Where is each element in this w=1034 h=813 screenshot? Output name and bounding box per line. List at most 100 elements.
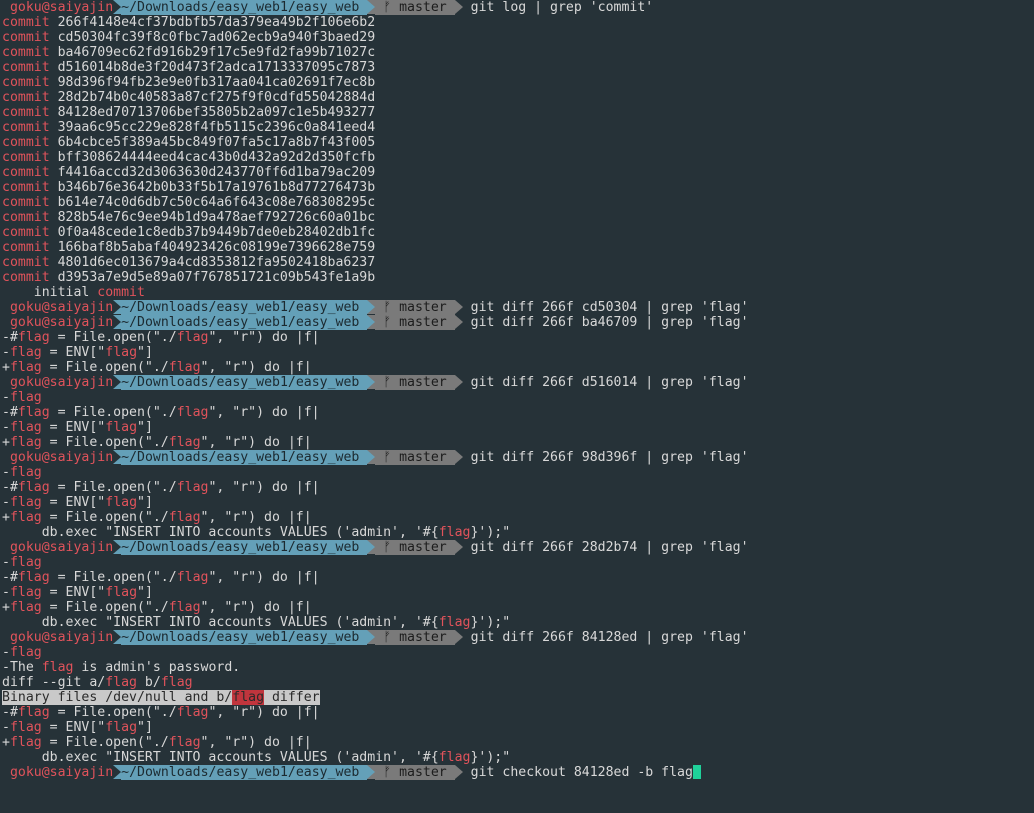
- commit-line: commit 828b54e76c9ee94b1d9a478aef792726c…: [2, 210, 1034, 225]
- diff-line: -#flag = File.open("./flag", "r") do |f|: [2, 405, 1034, 420]
- diff-text: initial: [2, 285, 98, 300]
- flag-match: flag: [438, 750, 471, 765]
- commit-keyword: commit: [2, 120, 50, 135]
- flag-match: flag: [9, 390, 42, 405]
- diff-text: Binary files /dev/null and b/: [2, 690, 233, 705]
- commit-line: commit 6b4cbce5f389a45bc849f07fa5c17a8b7…: [2, 135, 1034, 150]
- commit-keyword: commit: [2, 15, 50, 30]
- prompt-line: goku@saiyajin ~/Downloads/easy_web1/easy_…: [2, 765, 1034, 780]
- flag-match: flag: [17, 480, 50, 495]
- diff-line: -#flag = File.open("./flag", "r") do |f|: [2, 480, 1034, 495]
- prompt-line: goku@saiyajin ~/Downloads/easy_web1/easy_…: [2, 540, 1034, 555]
- commit-keyword: commit: [2, 60, 50, 75]
- diff-line: -flag = ENV["flag"]: [2, 720, 1034, 735]
- diff-line: db.exec "INSERT INTO accounts VALUES ('a…: [2, 750, 1034, 765]
- commit-hash: 266f4148e4cf37bdbfb57da379ea49b2f106e6b2: [49, 15, 376, 30]
- diff-text: ", "r") do |f|: [200, 360, 312, 375]
- diff-text: -#: [2, 330, 18, 345]
- flag-match: flag: [105, 675, 137, 690]
- diff-text: = File.open("./: [41, 510, 169, 525]
- diff-text: ", "r") do |f|: [208, 480, 320, 495]
- diff-text: -The: [2, 660, 42, 675]
- diff-text: -#: [2, 705, 18, 720]
- commit-keyword: commit: [2, 180, 50, 195]
- terminal-window[interactable]: goku@saiyajin ~/Downloads/easy_web1/easy_…: [0, 0, 1034, 813]
- prompt-branch: ᚠ master: [375, 540, 455, 555]
- prompt-path: ~/Downloads/easy_web1/easy_web: [121, 0, 368, 15]
- diff-text: "]: [137, 720, 153, 735]
- flag-match: flag: [232, 690, 265, 705]
- prompt-path: ~/Downloads/easy_web1/easy_web: [121, 540, 368, 555]
- command-text: git diff 266f 84128ed | grep 'flag': [462, 630, 749, 645]
- flag-match: flag: [17, 570, 50, 585]
- diff-text: = File.open("./: [49, 330, 177, 345]
- commit-keyword: commit: [2, 105, 50, 120]
- diff-text: -: [2, 495, 10, 510]
- diff-line: -flag = ENV["flag"]: [2, 495, 1034, 510]
- commit-hash: 4801d6ec013679a4cd8353812fa9502418ba6237: [49, 255, 376, 270]
- commit-keyword: commit: [2, 225, 50, 240]
- commit-keyword: commit: [2, 195, 50, 210]
- diff-line: +flag = File.open("./flag", "r") do |f|: [2, 360, 1034, 375]
- prompt-line: goku@saiyajin ~/Downloads/easy_web1/easy_…: [2, 450, 1034, 465]
- commit-keyword: commit: [2, 165, 50, 180]
- diff-line: -flag: [2, 555, 1034, 570]
- flag-match: flag: [105, 585, 138, 600]
- commit-line: commit 39aa6c95cc229e828f4fb5115c2396c0a…: [2, 120, 1034, 135]
- flag-match: flag: [9, 510, 42, 525]
- command-text: git diff 266f ba46709 | grep 'flag': [462, 315, 749, 330]
- segment-arrow-icon: [113, 0, 122, 14]
- commit-line: commit 28d2b74b0c40583a87cf275f9f0cdfd55…: [2, 90, 1034, 105]
- diff-line: +flag = File.open("./flag", "r") do |f|: [2, 510, 1034, 525]
- commit-keyword: commit: [2, 90, 50, 105]
- flag-match: flag: [176, 330, 209, 345]
- flag-match: flag: [9, 435, 42, 450]
- diff-text: +: [2, 735, 10, 750]
- commit-hash: d3953a7e9d5e89a07f767851721c09b543fe1a9b: [49, 270, 376, 285]
- flag-match: flag: [9, 555, 42, 570]
- commit-hash: 166baf8b5abaf404923426c08199e7396628e759: [49, 240, 376, 255]
- commit-keyword: commit: [2, 210, 50, 225]
- prompt-line: goku@saiyajin ~/Downloads/easy_web1/easy_…: [2, 630, 1034, 645]
- commit-keyword: commit: [2, 75, 50, 90]
- prompt-line: goku@saiyajin ~/Downloads/easy_web1/easy_…: [2, 315, 1034, 330]
- diff-text: db.exec "INSERT INTO accounts VALUES ('a…: [2, 750, 439, 765]
- flag-match: flag: [168, 510, 201, 525]
- flag-match: flag: [105, 345, 138, 360]
- flag-match: flag: [9, 735, 42, 750]
- diff-text: ", "r") do |f|: [208, 405, 320, 420]
- diff-text: = File.open("./: [41, 600, 169, 615]
- segment-arrow-icon: [113, 315, 122, 329]
- diff-line: +flag = File.open("./flag", "r") do |f|: [2, 600, 1034, 615]
- diff-text: -: [2, 345, 10, 360]
- diff-text: = File.open("./: [41, 735, 169, 750]
- flag-match: flag: [105, 495, 138, 510]
- diff-text: = File.open("./: [41, 360, 169, 375]
- diff-text: }');": [470, 525, 511, 540]
- segment-arrow-icon: [113, 300, 122, 314]
- diff-text: = File.open("./: [49, 570, 177, 585]
- prompt-user: goku@saiyajin: [9, 630, 114, 645]
- commit-hash: 0f0a48cede1c8edb37b9449b7de0eb28402db1fc: [49, 225, 376, 240]
- prompt-user: goku@saiyajin: [9, 315, 114, 330]
- flag-match: flag: [105, 420, 138, 435]
- diff-text: db.exec "INSERT INTO accounts VALUES ('a…: [2, 525, 439, 540]
- diff-text: -: [2, 555, 10, 570]
- commit-keyword: commit: [2, 255, 50, 270]
- diff-line: -The flag is admin's password.: [2, 660, 1034, 675]
- command-text: git checkout 84128ed -b flag: [462, 765, 693, 780]
- diff-text: -: [2, 585, 10, 600]
- prompt-path: ~/Downloads/easy_web1/easy_web: [121, 300, 368, 315]
- flag-match: flag: [168, 735, 201, 750]
- binary-line: Binary files /dev/null and b/flag differ: [2, 690, 1034, 705]
- segment-arrow-icon: [454, 630, 463, 644]
- commit-keyword: commit: [2, 270, 50, 285]
- prompt-path: ~/Downloads/easy_web1/easy_web: [121, 315, 368, 330]
- commit-keyword: commit: [2, 135, 50, 150]
- diff-text: ", "r") do |f|: [200, 435, 312, 450]
- diff-line: db.exec "INSERT INTO accounts VALUES ('a…: [2, 615, 1034, 630]
- prompt-branch: ᚠ master: [375, 315, 455, 330]
